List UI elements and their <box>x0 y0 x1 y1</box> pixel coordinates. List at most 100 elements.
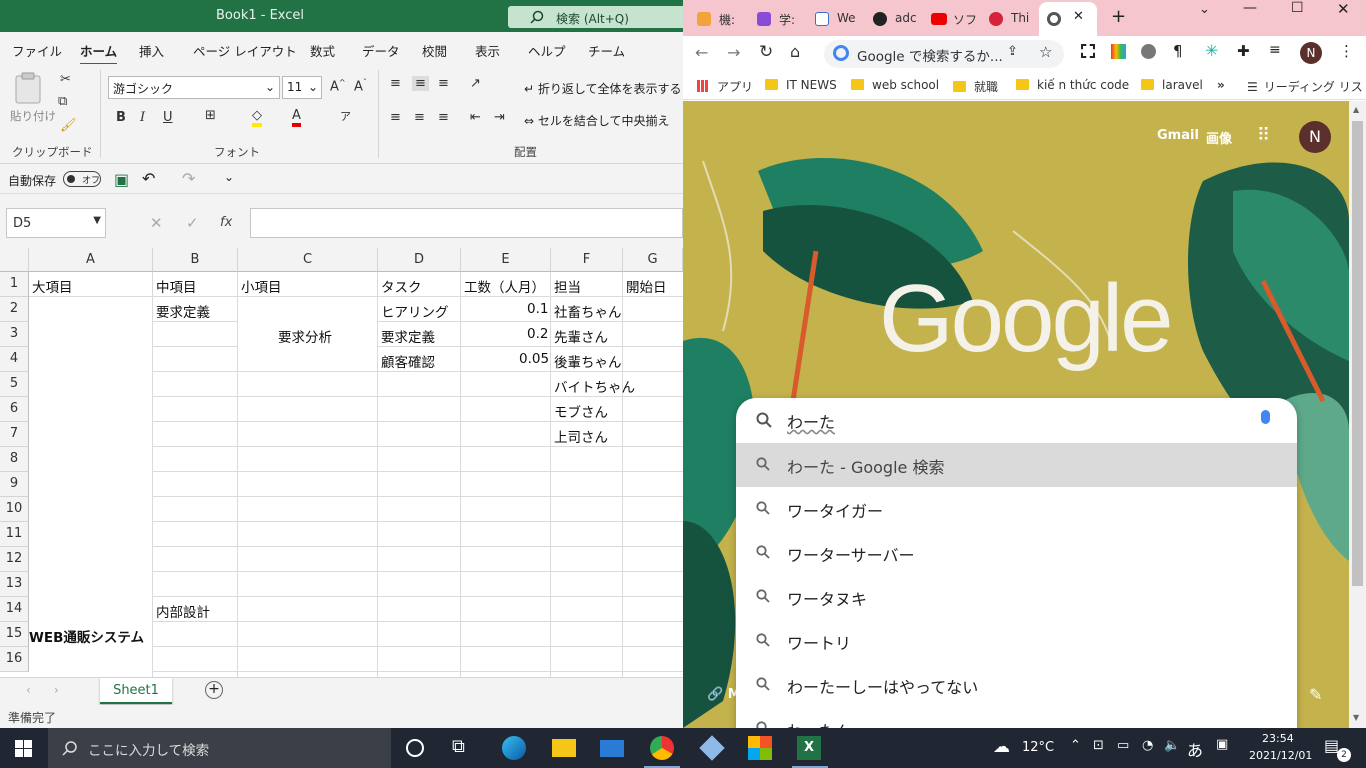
suggestion-item[interactable]: ワーターサーバー <box>736 531 1297 575</box>
cell-c1[interactable]: 小項目 <box>241 276 282 296</box>
align-middle-icon[interactable]: ≡ <box>412 76 429 91</box>
cell-b14[interactable]: 内部設計 <box>156 601 210 621</box>
font-size-dropdown[interactable]: 11 ⌄ <box>282 76 322 99</box>
weather-temp[interactable]: 12°C <box>1022 740 1054 755</box>
more-bookmarks-icon[interactable]: » <box>1217 78 1225 92</box>
cell-e3[interactable]: 0.2 <box>527 326 548 342</box>
wrap-text-button[interactable]: ↵ 折り返して全体を表示する <box>524 80 682 97</box>
cell-g1[interactable]: 開始日 <box>626 276 667 296</box>
scroll-left-icon[interactable]: ‹ <box>26 683 31 697</box>
tab-view[interactable]: 表示 <box>475 41 500 60</box>
home-icon[interactable]: ⌂ <box>790 42 800 61</box>
column-header[interactable]: C <box>238 248 378 272</box>
puzzle-icon[interactable]: ✚ <box>1237 42 1250 60</box>
cell-d2[interactable]: ヒアリング <box>381 301 449 321</box>
align-bottom-icon[interactable]: ≡ <box>438 76 449 91</box>
row-header[interactable]: 2 <box>0 297 29 322</box>
suggestion-item[interactable]: わーた - Google 検索 <box>736 443 1297 487</box>
tab-file[interactable]: ファイル <box>12 41 62 60</box>
new-tab-icon[interactable]: + <box>1111 6 1126 27</box>
tab-data[interactable]: データ <box>362 41 400 60</box>
scroll-thumb[interactable] <box>1352 121 1363 586</box>
row-header[interactable]: 11 <box>0 522 29 547</box>
qr-code-icon[interactable] <box>1081 44 1095 58</box>
tab-team[interactable]: チーム <box>588 41 625 60</box>
cell-c2-merged[interactable]: 要求分析 <box>278 326 332 346</box>
formula-input[interactable] <box>250 208 683 238</box>
apps-grid-icon[interactable]: ⠿ <box>1257 125 1270 146</box>
row-header[interactable]: 7 <box>0 422 29 447</box>
copy-icon[interactable]: ⧉ <box>58 94 67 109</box>
cell-b1[interactable]: 中項目 <box>156 276 197 296</box>
row-header[interactable]: 12 <box>0 547 29 572</box>
suggestion-item[interactable]: ワートリ <box>736 619 1297 663</box>
tab-formulas[interactable]: 数式 <box>310 41 335 60</box>
suggestion-item[interactable]: わーたーしーはやってない <box>736 663 1297 707</box>
orientation-icon[interactable]: ↗ <box>470 76 481 91</box>
3d-viewer-icon[interactable] <box>699 735 725 761</box>
tab-home[interactable]: ホーム <box>80 41 118 66</box>
cell-f1[interactable]: 担当 <box>554 276 581 296</box>
bookmark-folder[interactable]: 就職 <box>953 78 998 95</box>
phonetic-icon[interactable]: ア <box>340 108 351 124</box>
format-painter-icon[interactable]: 🖌 <box>60 118 77 133</box>
paragraph-icon[interactable]: ¶ <box>1173 42 1183 60</box>
close-window-icon[interactable]: ✕ <box>1337 0 1350 18</box>
cell-b2[interactable]: 要求定義 <box>156 301 210 321</box>
browser-tab[interactable]: adc <box>873 8 919 30</box>
scroll-up-icon[interactable]: ▲ <box>1353 105 1359 114</box>
tab-insert[interactable]: 挿入 <box>139 41 164 60</box>
active-tab[interactable]: ✕ <box>1039 2 1097 36</box>
reload-icon[interactable]: ↻ <box>759 42 773 62</box>
reading-list-button[interactable]: ☰ リーディング リスト <box>1247 78 1366 95</box>
wifi-icon[interactable]: ◔ <box>1142 738 1153 753</box>
suggestion-item[interactable]: わーたん <box>736 707 1297 728</box>
volume-icon[interactable]: 🔈 <box>1164 738 1180 753</box>
network-drive-icon[interactable]: ⊡ <box>1093 738 1104 753</box>
cell-f3[interactable]: 先輩さん <box>554 326 608 346</box>
extension-icon[interactable] <box>1141 44 1156 59</box>
row-header[interactable]: 9 <box>0 472 29 497</box>
column-header[interactable]: A <box>29 248 153 272</box>
row-header[interactable]: 6 <box>0 397 29 422</box>
shrink-font-icon[interactable]: Aˇ <box>354 78 367 94</box>
forward-icon[interactable]: → <box>727 43 740 62</box>
column-header[interactable]: E <box>461 248 551 272</box>
images-link[interactable]: 画像 <box>1206 128 1232 147</box>
merge-center-button[interactable]: ⇔ セルを結合して中央揃え <box>524 112 670 129</box>
align-left-icon[interactable]: ≡ <box>390 110 401 125</box>
enter-icon[interactable]: ✓ <box>186 214 199 232</box>
bookmark-apps[interactable]: アプリ <box>697 78 753 95</box>
bold-icon[interactable]: B <box>116 110 126 125</box>
bookmark-folder[interactable]: web school <box>851 78 939 92</box>
extension-color-icon[interactable] <box>1111 44 1126 59</box>
row-header[interactable]: 8 <box>0 447 29 472</box>
row-header[interactable]: 5 <box>0 372 29 397</box>
excel-taskbar-icon[interactable]: X <box>797 736 821 760</box>
browser-tab[interactable]: Thi <box>989 8 1035 30</box>
cell-e1[interactable]: 工数（人月） <box>464 276 545 296</box>
browser-tab[interactable]: 学: <box>757 8 803 30</box>
bookmark-star-icon[interactable]: ☆ <box>1039 43 1052 61</box>
cut-icon[interactable]: ✂ <box>60 72 71 87</box>
undo-icon[interactable]: ↶ <box>142 169 155 188</box>
edge-icon[interactable] <box>502 736 526 760</box>
select-all-corner[interactable] <box>0 248 29 272</box>
align-right-icon[interactable]: ≡ <box>438 110 449 125</box>
row-header[interactable]: 14 <box>0 597 29 622</box>
column-header[interactable]: B <box>153 248 238 272</box>
bookmark-folder[interactable]: IT NEWS <box>765 78 837 92</box>
cell-d4[interactable]: 顧客確認 <box>381 351 435 371</box>
taskbar-search[interactable]: ここに入力して検索 <box>48 728 391 768</box>
extension-spark-icon[interactable]: ✳ <box>1205 41 1218 60</box>
row-header[interactable]: 3 <box>0 322 29 347</box>
font-color-icon[interactable]: A <box>292 108 301 127</box>
save-icon[interactable]: ▣ <box>114 170 129 189</box>
cancel-icon[interactable]: ✕ <box>150 214 163 232</box>
autosave-toggle[interactable]: オフ <box>63 171 101 187</box>
cell-d1[interactable]: タスク <box>381 276 422 296</box>
windows-start-icon[interactable] <box>15 740 32 757</box>
paste-button[interactable]: 貼り付け <box>10 72 56 123</box>
align-center-icon[interactable]: ≡ <box>414 110 425 125</box>
customize-qat-icon[interactable]: ⌄ <box>224 170 234 184</box>
